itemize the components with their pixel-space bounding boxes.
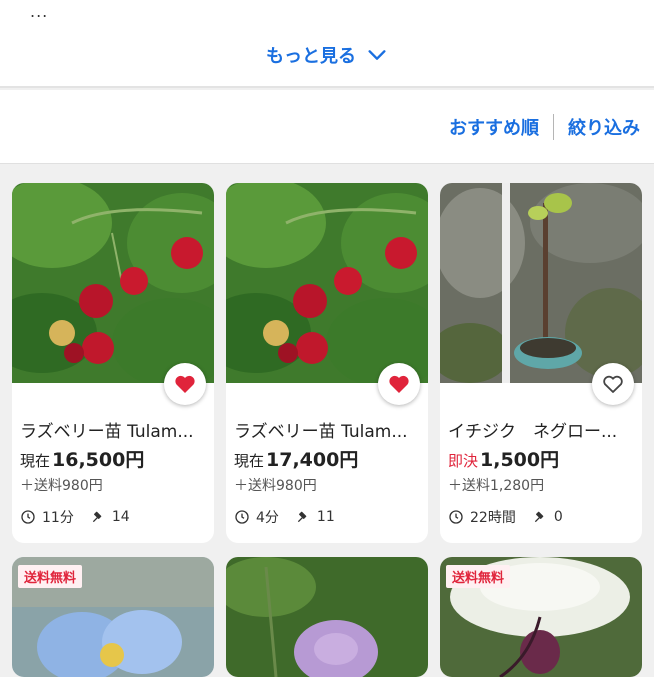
- product-card[interactable]: ラズベリー苗 Tulam... 現在 17,400円 ＋送料980円 4分 11: [226, 183, 428, 543]
- gavel-icon: [92, 511, 102, 523]
- product-title[interactable]: ラズベリー苗 Tulam...: [20, 417, 208, 442]
- price-row: 即決 1,500円: [448, 445, 559, 472]
- time-left: 22時間: [470, 510, 516, 526]
- product-card[interactable]: イチジク ネグロー... 即決 1,500円 ＋送料1,280円 22時間 0: [440, 183, 642, 543]
- product-card[interactable]: ラズベリー苗 Tulam... 現在 16,500円 ＋送料980円 11分 1…: [12, 183, 214, 543]
- gavel-icon: [297, 511, 307, 523]
- heart-filled-icon: [389, 375, 409, 393]
- gavel-icon: [534, 511, 544, 523]
- product-image-raspberry[interactable]: [12, 183, 214, 383]
- product-image-fig-seedling[interactable]: [440, 183, 642, 383]
- chevron-down-icon: [368, 50, 386, 60]
- sort-bar: おすすめ順 絞り込み: [0, 90, 654, 164]
- filter-button[interactable]: 絞り込み: [568, 114, 640, 140]
- heart-filled-icon: [175, 375, 195, 393]
- price-row: 現在 17,400円: [234, 445, 358, 472]
- product-image-raspberry[interactable]: [226, 183, 428, 383]
- buyout-label: 即決: [448, 452, 479, 470]
- favorite-button[interactable]: [592, 363, 634, 405]
- favorite-button[interactable]: [378, 363, 420, 405]
- product-card[interactable]: 送料無料: [440, 557, 642, 677]
- clock-icon: [449, 510, 463, 524]
- price: 16,500円: [52, 449, 145, 471]
- product-title[interactable]: イチジク ネグロー...: [448, 417, 636, 442]
- price: 17,400円: [266, 449, 359, 471]
- free-shipping-badge: 送料無料: [446, 565, 511, 588]
- price: 1,500円: [480, 449, 560, 471]
- show-more-label: もっと見る: [266, 46, 356, 67]
- product-card[interactable]: 送料無料: [12, 557, 214, 677]
- show-more-button[interactable]: もっと見る: [0, 42, 654, 68]
- auction-meta: 4分 11: [234, 507, 335, 527]
- auction-meta: 11分 14: [20, 507, 130, 527]
- heart-outline-icon: [603, 375, 623, 393]
- auction-meta: 22時間 0: [448, 507, 563, 527]
- shipping-fee: ＋送料1,280円: [448, 478, 545, 494]
- time-left: 4分: [256, 510, 279, 526]
- clock-icon: [21, 510, 35, 524]
- price-row: 現在 16,500円: [20, 445, 144, 472]
- shipping-fee: ＋送料980円: [20, 478, 103, 494]
- price-label: 現在: [234, 452, 265, 470]
- product-title[interactable]: ラズベリー苗 Tulam...: [234, 417, 422, 442]
- time-left: 11分: [42, 510, 74, 526]
- sort-recommend-button[interactable]: おすすめ順: [449, 114, 539, 140]
- bid-count: 14: [111, 509, 130, 525]
- price-label: 現在: [20, 452, 51, 470]
- product-image-rose[interactable]: [226, 557, 428, 677]
- top-section: ... もっと見る: [0, 0, 654, 88]
- favorite-button[interactable]: [164, 363, 206, 405]
- shipping-fee: ＋送料980円: [234, 478, 317, 494]
- free-shipping-badge: 送料無料: [18, 565, 83, 588]
- product-card[interactable]: [226, 557, 428, 677]
- clock-icon: [235, 510, 249, 524]
- divider: [553, 114, 554, 140]
- bid-count: 0: [553, 509, 563, 525]
- bid-count: 11: [316, 509, 335, 525]
- truncated-text: ...: [30, 2, 49, 21]
